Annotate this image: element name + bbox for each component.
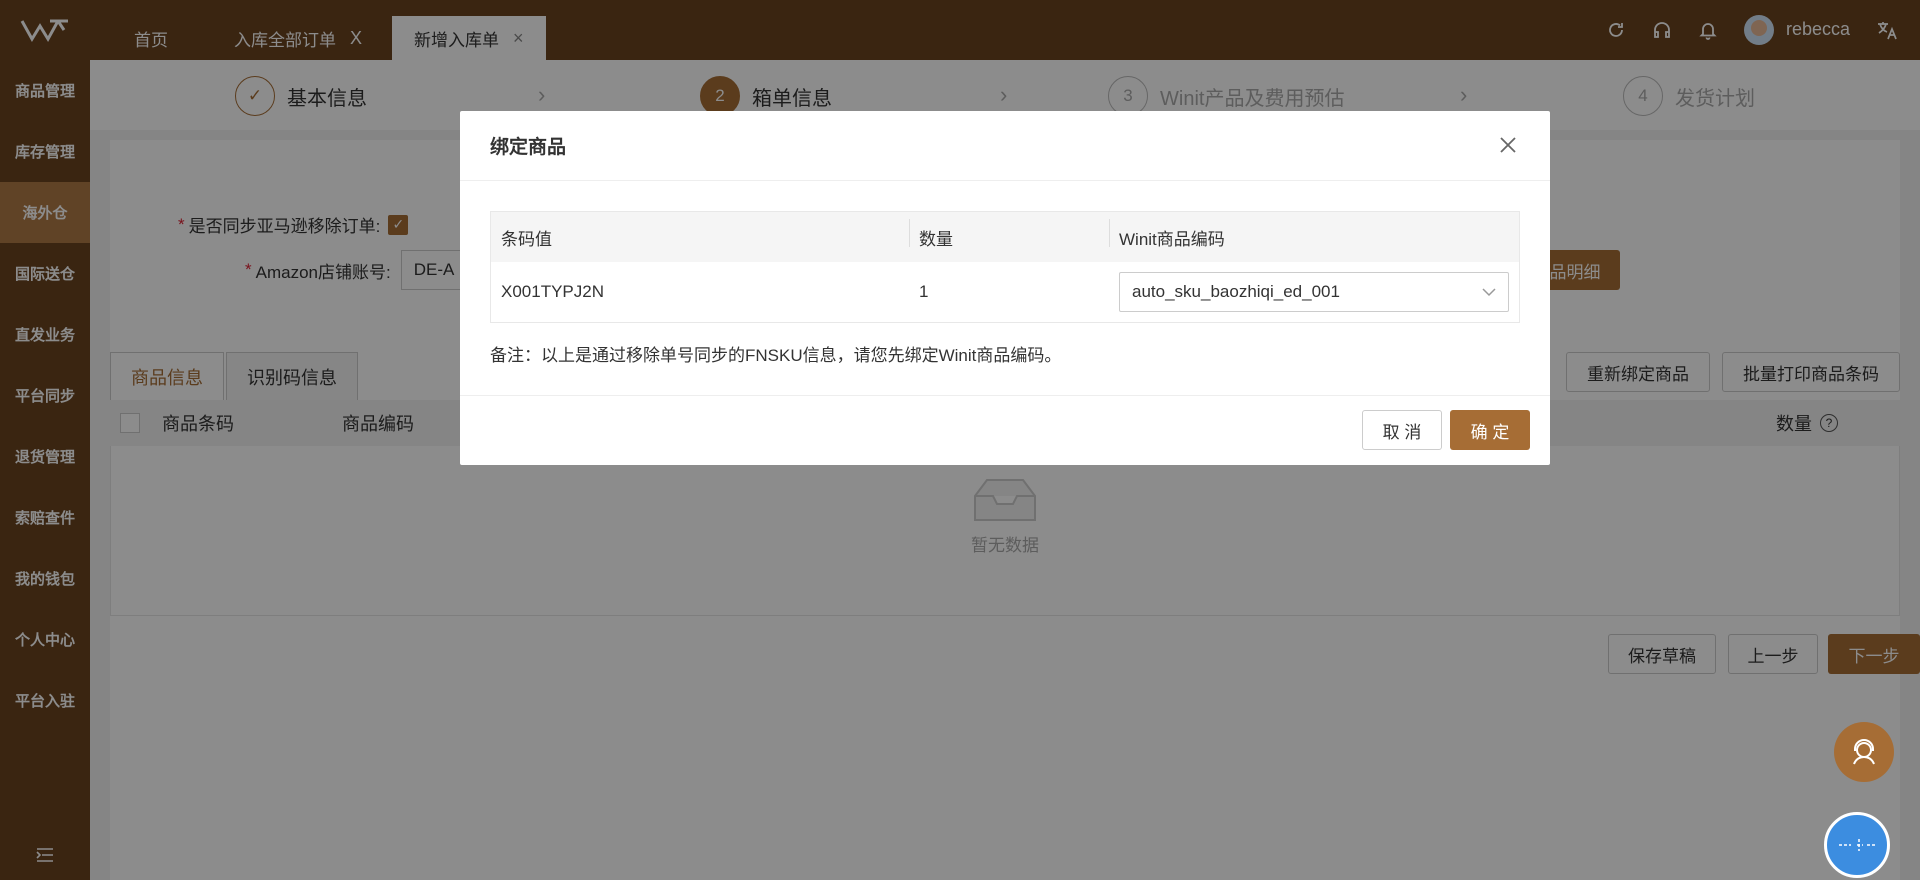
assistant-icon <box>1839 839 1875 851</box>
dialog-header: 绑定商品 <box>460 111 1550 181</box>
confirm-button[interactable]: 确 定 <box>1450 410 1530 450</box>
bind-product-dialog: 绑定商品 条码值 数量 Winit商品编码 X001TYPJ2N 1 auto_… <box>460 111 1550 465</box>
table-row: X001TYPJ2N 1 auto_sku_baozhiqi_ed_001 <box>491 262 1519 322</box>
dialog-footer: 取 消 确 定 <box>460 395 1550 465</box>
winit-sku-value: auto_sku_baozhiqi_ed_001 <box>1132 282 1340 301</box>
assistant-ball[interactable] <box>1824 812 1890 878</box>
bind-table-header: 条码值 数量 Winit商品编码 <box>491 212 1519 262</box>
winit-sku-cell: auto_sku_baozhiqi_ed_001 <box>1109 272 1519 312</box>
quantity-value: 1 <box>919 282 929 301</box>
chevron-down-icon <box>1482 288 1496 297</box>
cancel-button[interactable]: 取 消 <box>1362 410 1442 450</box>
col-quantity: 数量 <box>909 218 1109 250</box>
dialog-note: 备注：以上是通过移除单号同步的FNSKU信息，请您先绑定Winit商品编码。 <box>490 346 1062 365</box>
support-agent-icon <box>1853 739 1875 765</box>
winit-sku-select[interactable]: auto_sku_baozhiqi_ed_001 <box>1119 272 1509 312</box>
col-winit-sku: Winit商品编码 <box>1109 218 1519 250</box>
close-icon[interactable] <box>1496 133 1520 157</box>
customer-support-button[interactable] <box>1834 722 1894 782</box>
col-barcode-value: 条码值 <box>501 229 552 249</box>
barcode-value: X001TYPJ2N <box>501 282 604 301</box>
dialog-title: 绑定商品 <box>490 137 567 158</box>
bind-table: 条码值 数量 Winit商品编码 X001TYPJ2N 1 auto_sku_b… <box>490 211 1520 323</box>
